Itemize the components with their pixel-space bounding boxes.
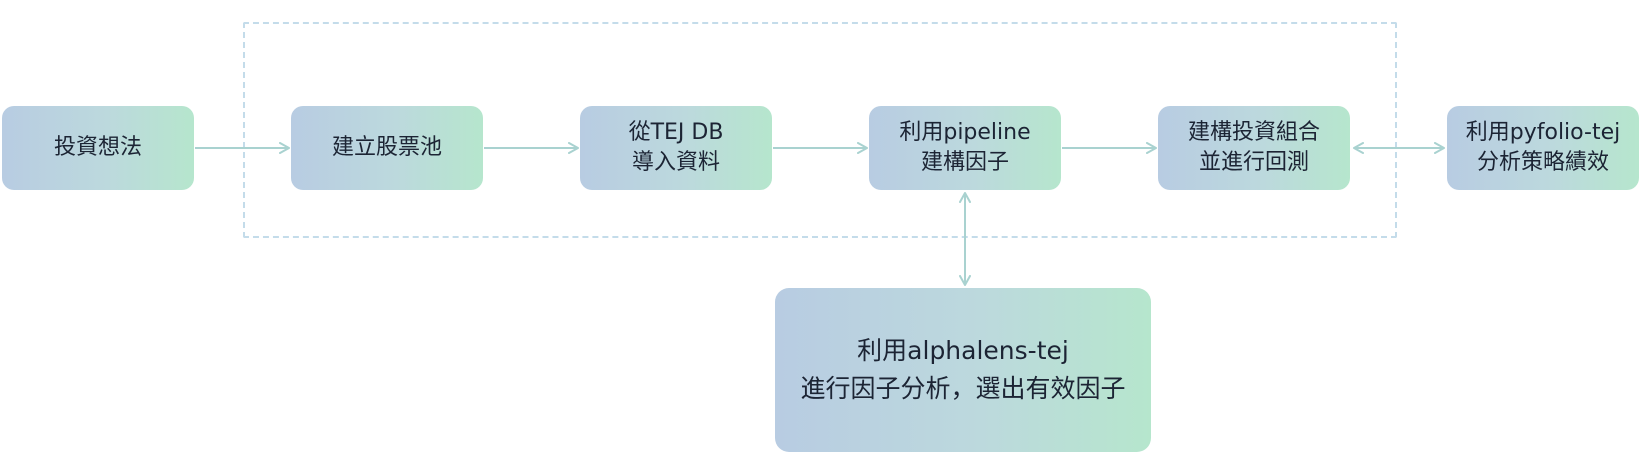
node-pipeline-factors: 利用pipeline 建構因子: [869, 106, 1061, 190]
node-alphalens-analysis-line-1: 利用alphalens-tej: [857, 336, 1069, 365]
node-pyfolio-analysis: 利用pyfolio-tej 分析策略績效: [1447, 106, 1639, 190]
node-portfolio-backtest-line-2: 並進行回測: [1198, 150, 1309, 175]
node-portfolio-backtest-line-1: 建構投資組合: [1187, 120, 1320, 145]
node-investment-idea: 投資想法: [2, 106, 194, 190]
node-import-data-line-2: 導入資料: [631, 150, 720, 175]
node-pipeline-factors-line-1: 利用pipeline: [899, 120, 1031, 145]
node-build-stock-pool: 建立股票池: [291, 106, 483, 190]
node-build-stock-pool-text: 建立股票池: [331, 135, 442, 160]
node-pipeline-factors-line-2: 建構因子: [920, 150, 1009, 175]
node-alphalens-analysis: 利用alphalens-tej 進行因子分析，選出有效因子: [775, 288, 1151, 452]
node-pyfolio-analysis-line-2: 分析策略績效: [1476, 150, 1609, 175]
node-investment-idea-text: 投資想法: [53, 135, 142, 160]
node-import-data: 從TEJ DB 導入資料: [580, 106, 772, 190]
node-portfolio-backtest: 建構投資組合 並進行回測: [1158, 106, 1350, 190]
node-pyfolio-analysis-line-1: 利用pyfolio-tej: [1465, 120, 1621, 145]
node-alphalens-analysis-line-2: 進行因子分析，選出有效因子: [800, 374, 1126, 403]
node-import-data-line-1: 從TEJ DB: [628, 120, 724, 145]
